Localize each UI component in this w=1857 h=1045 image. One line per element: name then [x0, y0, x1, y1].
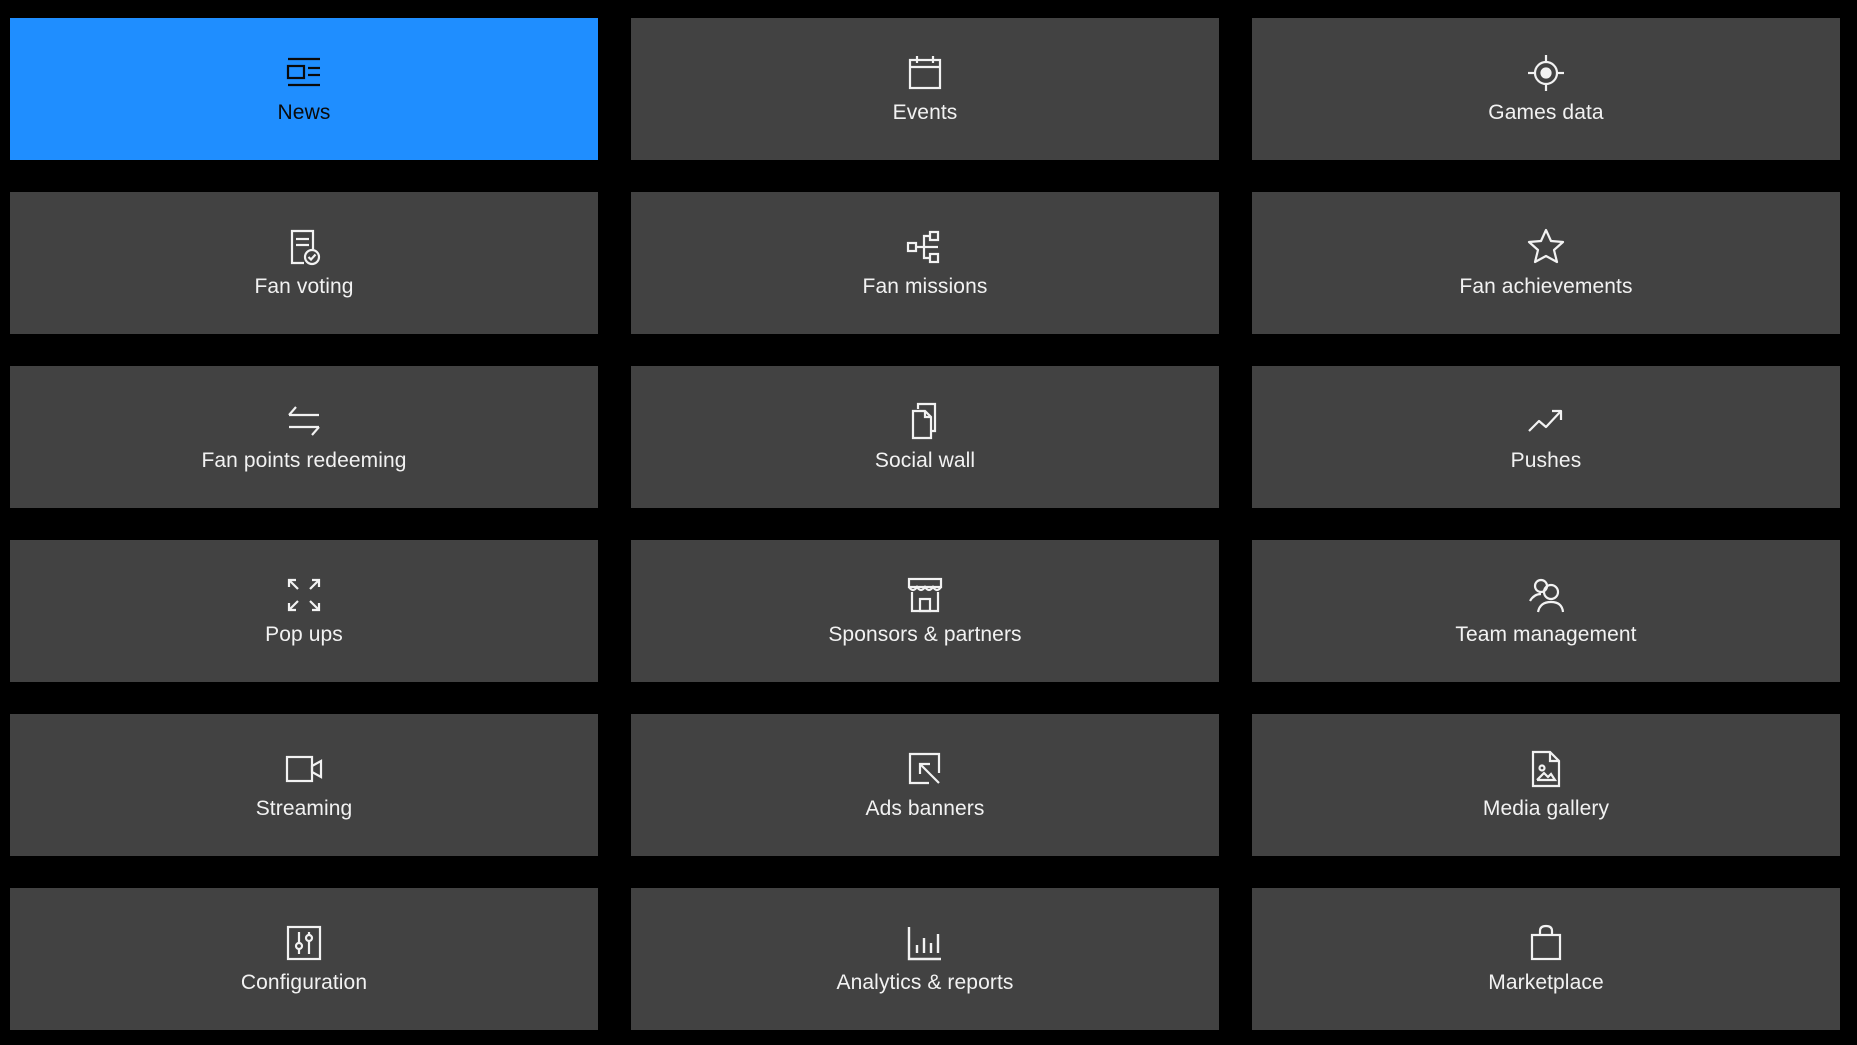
tile-pushes[interactable]: Pushes — [1252, 366, 1840, 508]
cursor-box-icon — [905, 749, 945, 789]
tile-streaming[interactable]: Streaming — [10, 714, 598, 856]
module-grid: News Events Games data Fan voting Fan mi… — [10, 18, 1840, 1030]
tile-label: Configuration — [240, 971, 368, 994]
calendar-icon — [905, 53, 945, 93]
tile-label: Fan achievements — [1459, 275, 1633, 298]
sliders-icon — [284, 923, 324, 963]
tile-configuration[interactable]: Configuration — [10, 888, 598, 1030]
tile-label: Sponsors & partners — [828, 623, 1022, 646]
tile-pop-ups[interactable]: Pop ups — [10, 540, 598, 682]
tile-team-management[interactable]: Team management — [1252, 540, 1840, 682]
tile-news[interactable]: News — [10, 18, 598, 160]
crosshair-icon — [1526, 53, 1566, 93]
tile-marketplace[interactable]: Marketplace — [1252, 888, 1840, 1030]
tile-games-data[interactable]: Games data — [1252, 18, 1840, 160]
tile-label: Social wall — [874, 449, 976, 472]
tile-label: Ads banners — [865, 797, 985, 820]
ballot-check-icon — [284, 227, 324, 267]
trend-up-icon — [1526, 401, 1566, 441]
tile-social-wall[interactable]: Social wall — [631, 366, 1219, 508]
users-icon — [1526, 575, 1566, 615]
tile-analytics-reports[interactable]: Analytics & reports — [631, 888, 1219, 1030]
tile-label: Events — [892, 101, 958, 124]
tile-label: Fan missions — [862, 275, 988, 298]
tile-label: Pushes — [1510, 449, 1582, 472]
tile-fan-points-redeeming[interactable]: Fan points redeeming — [10, 366, 598, 508]
tile-fan-voting[interactable]: Fan voting — [10, 192, 598, 334]
tile-label: Team management — [1455, 623, 1637, 646]
tile-events[interactable]: Events — [631, 18, 1219, 160]
tile-label: Streaming — [255, 797, 353, 820]
shopping-bag-icon — [1526, 923, 1566, 963]
documents-icon — [905, 401, 945, 441]
bar-chart-icon — [905, 923, 945, 963]
tile-ads-banners[interactable]: Ads banners — [631, 714, 1219, 856]
tile-media-gallery[interactable]: Media gallery — [1252, 714, 1840, 856]
tile-label: Fan voting — [254, 275, 354, 298]
video-camera-icon — [284, 749, 324, 789]
star-icon — [1526, 227, 1566, 267]
storefront-icon — [905, 575, 945, 615]
tile-label: Marketplace — [1488, 971, 1604, 994]
tile-label: Games data — [1488, 101, 1604, 124]
hierarchy-icon — [905, 227, 945, 267]
tile-fan-achievements[interactable]: Fan achievements — [1252, 192, 1840, 334]
news-icon — [284, 53, 324, 93]
tile-label: News — [277, 101, 331, 124]
tile-label: Analytics & reports — [836, 971, 1014, 994]
tile-sponsors-partners[interactable]: Sponsors & partners — [631, 540, 1219, 682]
swap-arrows-icon — [284, 401, 324, 441]
image-file-icon — [1526, 749, 1566, 789]
tile-label: Fan points redeeming — [201, 449, 407, 472]
tile-fan-missions[interactable]: Fan missions — [631, 192, 1219, 334]
expand-icon — [284, 575, 324, 615]
tile-label: Pop ups — [265, 623, 343, 646]
tile-label: Media gallery — [1482, 797, 1610, 820]
